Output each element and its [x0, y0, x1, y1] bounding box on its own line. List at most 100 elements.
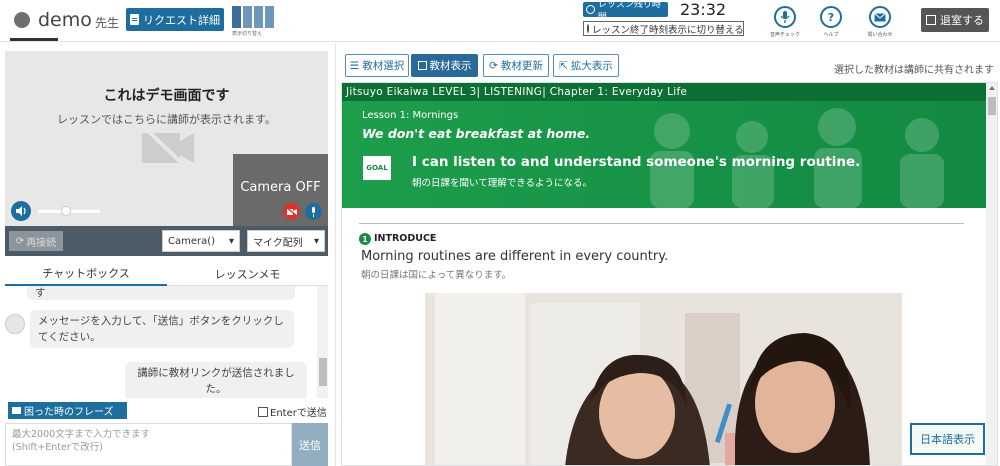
chat-scrollbar-thumb[interactable] — [319, 358, 327, 386]
camera-select[interactable]: Camera() ▾ — [162, 230, 240, 252]
status-indicator — [14, 12, 30, 28]
contact-label: 問い合わせ — [867, 32, 893, 38]
reconnect-label: 再接続 — [26, 237, 57, 249]
select-material-label: 教材選択 — [362, 60, 405, 72]
audio-check-button[interactable]: 音声チェック — [765, 6, 805, 38]
book-icon — [417, 61, 427, 70]
speaker-icon — [15, 206, 26, 216]
layout-toggle-label: 表示切り替え — [232, 31, 263, 37]
message-input-placeholder: 最大2000文字まで入力できます (Shift+Enterで改行) — [12, 429, 151, 453]
camera-off-icon — [142, 127, 194, 171]
intro-japanese: 朝の日課は国によって異なります。 — [361, 270, 512, 281]
help-phrases-button[interactable]: 困った時のフレーズ — [8, 402, 127, 419]
user-name: demo — [38, 9, 92, 31]
chat-scrollbar[interactable] — [317, 286, 328, 398]
material-viewer: Jitsuyo Eikaiwa LEVEL 3| LISTENING| Chap… — [341, 82, 998, 466]
help-button[interactable]: ? ヘルプ — [811, 6, 851, 38]
enter-to-send-toggle[interactable]: Enterで送信 — [258, 404, 327, 419]
device-control-bar: ⟳ 再接続 Camera() ▾ マイク配列 ▾ — [5, 226, 328, 256]
viewer-scrollbar-thumb[interactable] — [988, 97, 996, 115]
japanese-display-button[interactable]: 日本語表示 — [910, 423, 985, 455]
camera-off-text: Camera OFF — [240, 180, 321, 195]
send-button[interactable]: 送信 — [292, 423, 328, 466]
composer-toolbar: 困った時のフレーズ Enterで送信 — [5, 401, 328, 423]
user-suffix: 先生 — [95, 16, 120, 30]
document-icon — [130, 14, 139, 25]
volume-slider-thumb[interactable] — [60, 206, 71, 216]
mail-icon — [869, 6, 891, 28]
name-underline — [10, 38, 58, 41]
chat-message: メッセージを入力して、「送信」ボタンをクリックしてください。 — [30, 310, 294, 348]
video-off-icon — [286, 207, 297, 216]
zoom-display-label: 拡大表示 — [570, 60, 613, 72]
update-material-button[interactable]: ⟳ 教材更新 — [483, 54, 549, 77]
mic-select[interactable]: マイク配列 ▾ — [247, 230, 325, 252]
select-material-button[interactable]: ☰ 教材選択 — [345, 54, 409, 77]
mic-icon — [312, 206, 315, 217]
section-divider — [359, 223, 964, 224]
help-label: ヘルプ — [823, 32, 839, 38]
audio-check-label: 音声チェック — [769, 32, 800, 38]
show-material-label: 教材表示 — [429, 60, 472, 72]
left-panel: これはデモ画面です レッスンではこちらに講師が表示されます。 Camera OF… — [0, 43, 336, 466]
refresh-icon: ⟳ — [489, 59, 498, 72]
lesson-timer: レッスン残り時間 23:32 レッスン終了時刻表示に切り替える — [583, 0, 744, 38]
help-icon: ? — [820, 6, 842, 28]
timer-value: 23:32 — [680, 0, 727, 19]
camera-select-value: Camera() — [168, 235, 216, 247]
tab-chatbox[interactable]: チャットボックス — [5, 262, 167, 286]
chevron-down-icon: ▾ — [313, 235, 319, 247]
keyboard-icon — [12, 407, 21, 414]
chevron-down-icon: ▾ — [228, 235, 234, 247]
enter-to-send-checkbox[interactable] — [258, 406, 268, 417]
lesson-photo — [425, 293, 902, 465]
material-toolbar: ☰ 教材選択 教材表示 ⟳ 教材更新 ⇱ 拡大表示 選択した教材は講師に共有され… — [341, 48, 1000, 82]
panel-divider — [335, 43, 336, 466]
mic-toggle-button[interactable] — [305, 203, 322, 220]
exit-room-label: 退室する — [940, 14, 984, 27]
demo-title: これはデモ画面です — [103, 88, 230, 104]
section-number: 1 — [359, 233, 371, 245]
contact-button[interactable]: 問い合わせ — [860, 6, 900, 38]
chat-message: す — [27, 286, 295, 300]
timer-switch-button[interactable]: レッスン終了時刻表示に切り替える — [583, 21, 744, 36]
goal-japanese: 朝の日課を聞いて理解できるようになる。 — [412, 178, 593, 189]
goal-badge: GOAL — [363, 156, 391, 180]
microphone-icon — [774, 6, 796, 28]
teacher-video-area: これはデモ画面です レッスンではこちらに講師が表示されます。 Camera OF… — [5, 51, 328, 226]
camera-toggle-button[interactable] — [283, 203, 300, 220]
alarm-clock-icon — [587, 24, 589, 33]
chat-message-sent: 講師に教材リンクが送信されました。 — [125, 362, 307, 398]
enter-to-send-label: Enterで送信 — [270, 408, 327, 419]
update-material-label: 教材更新 — [500, 60, 543, 72]
timer-switch-label: レッスン終了時刻表示に切り替える — [592, 24, 744, 36]
intro-english: Morning routines are different in every … — [361, 249, 669, 264]
reconnect-button[interactable]: ⟳ 再接続 — [9, 231, 63, 251]
exit-icon — [926, 15, 936, 25]
refresh-icon: ⟳ — [15, 235, 25, 247]
zoom-display-button[interactable]: ⇱ 拡大表示 — [553, 54, 619, 77]
scroll-up-icon[interactable] — [989, 86, 995, 90]
self-video-preview: Camera OFF — [233, 154, 328, 226]
tab-lesson-memo[interactable]: レッスンメモ — [167, 262, 328, 286]
mic-select-value: マイク配列 — [253, 237, 303, 249]
clock-icon — [586, 5, 595, 14]
timer-label: レッスン残り時間 — [597, 0, 661, 23]
share-note: 選択した教材は講師に共有されます — [834, 65, 994, 76]
exit-room-button[interactable]: 退室する — [921, 8, 989, 32]
request-details-button[interactable]: リクエスト詳細 — [126, 8, 224, 31]
layout-toggle-button[interactable]: 表示切り替え — [232, 6, 276, 38]
section-label: INTRODUCE — [374, 233, 437, 244]
show-material-button[interactable]: 教材表示 — [411, 54, 478, 77]
chat-tabs: チャットボックス レッスンメモ — [5, 262, 328, 286]
viewer-scrollbar[interactable] — [986, 83, 997, 465]
timer-badge: レッスン残り時間 — [583, 0, 668, 23]
course-title: Jitsuyo Eikaiwa LEVEL 3| LISTENING| Chap… — [342, 83, 986, 101]
help-phrases-label: 困った時のフレーズ — [24, 407, 114, 418]
volume-button[interactable] — [11, 201, 31, 221]
chat-messages: す メッセージを入力して、「送信」ボタンをクリックしてください。 講師に教材リン… — [5, 286, 328, 398]
message-input[interactable]: 最大2000文字まで入力できます (Shift+Enterで改行) — [5, 423, 292, 466]
request-details-label: リクエスト詳細 — [143, 13, 220, 27]
header: demo 先生 リクエスト詳細 表示切り替え レッスン残り時間 23:32 レッ… — [0, 0, 1000, 42]
lesson-banner: Jitsuyo Eikaiwa LEVEL 3| LISTENING| Chap… — [342, 83, 986, 208]
